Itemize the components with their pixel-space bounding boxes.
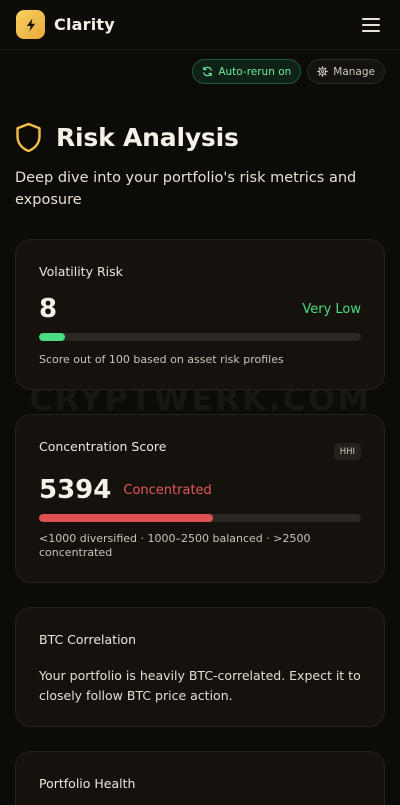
volatility-note: Score out of 100 based on asset risk pro…: [39, 353, 284, 366]
toolbar: Auto-rerun on Manage: [192, 59, 385, 84]
volatility-progress-bar: [39, 333, 361, 341]
card-title: Concentration Score: [39, 439, 167, 454]
concentration-level-label: Concentrated: [123, 482, 212, 498]
volatility-progress-fill: [39, 333, 65, 341]
app-header: Clarity: [0, 0, 400, 50]
lightning-bolt-icon: [26, 18, 35, 31]
title-row: Risk Analysis: [15, 122, 387, 153]
concentration-score-card: Concentration Score HHI 5394 Concentrate…: [15, 414, 385, 583]
card-title: Portfolio Health: [39, 776, 136, 791]
page-subtitle: Deep dive into your portfolio's risk met…: [15, 170, 357, 208]
page-title: Risk Analysis: [56, 123, 239, 152]
card-title: Volatility Risk: [39, 264, 123, 279]
refresh-icon: [203, 66, 213, 77]
gear-icon: [317, 66, 329, 77]
concentration-progress-bar: [39, 514, 361, 522]
risk-level-label: Very Low: [302, 301, 361, 317]
hamburger-menu-icon: [362, 17, 380, 32]
menu-button[interactable]: [358, 12, 384, 38]
btc-correlation-card: BTC Correlation Your portfolio is heavil…: [15, 607, 385, 727]
score-row: 8 Very Low: [39, 294, 361, 324]
auto-rerun-toggle[interactable]: Auto-rerun on: [192, 59, 302, 84]
btc-correlation-text: Your portfolio is heavily BTC-correlated…: [39, 668, 361, 703]
card-title: BTC Correlation: [39, 632, 137, 647]
app-logo[interactable]: [16, 10, 45, 39]
concentration-score: 5394: [39, 475, 112, 505]
volatility-risk-card: Volatility Risk 8 Very Low Score out of …: [15, 239, 385, 390]
concentration-progress-fill: [39, 514, 213, 522]
app-name: Clarity: [54, 15, 115, 34]
page-header: Risk Analysis Deep dive into your portfo…: [15, 122, 387, 211]
hhi-badge: HHI: [333, 443, 361, 460]
portfolio-health-card: Portfolio Health: [15, 751, 385, 805]
manage-button[interactable]: Manage: [307, 59, 385, 84]
concentration-note: <1000 diversified · 1000–2500 balanced ·…: [39, 532, 311, 559]
shield-icon: [16, 122, 41, 153]
auto-rerun-label: Auto-rerun on: [218, 65, 292, 78]
volatility-score: 8: [39, 294, 58, 324]
score-row: 5394 Concentrated: [39, 475, 361, 505]
manage-label: Manage: [333, 65, 375, 78]
